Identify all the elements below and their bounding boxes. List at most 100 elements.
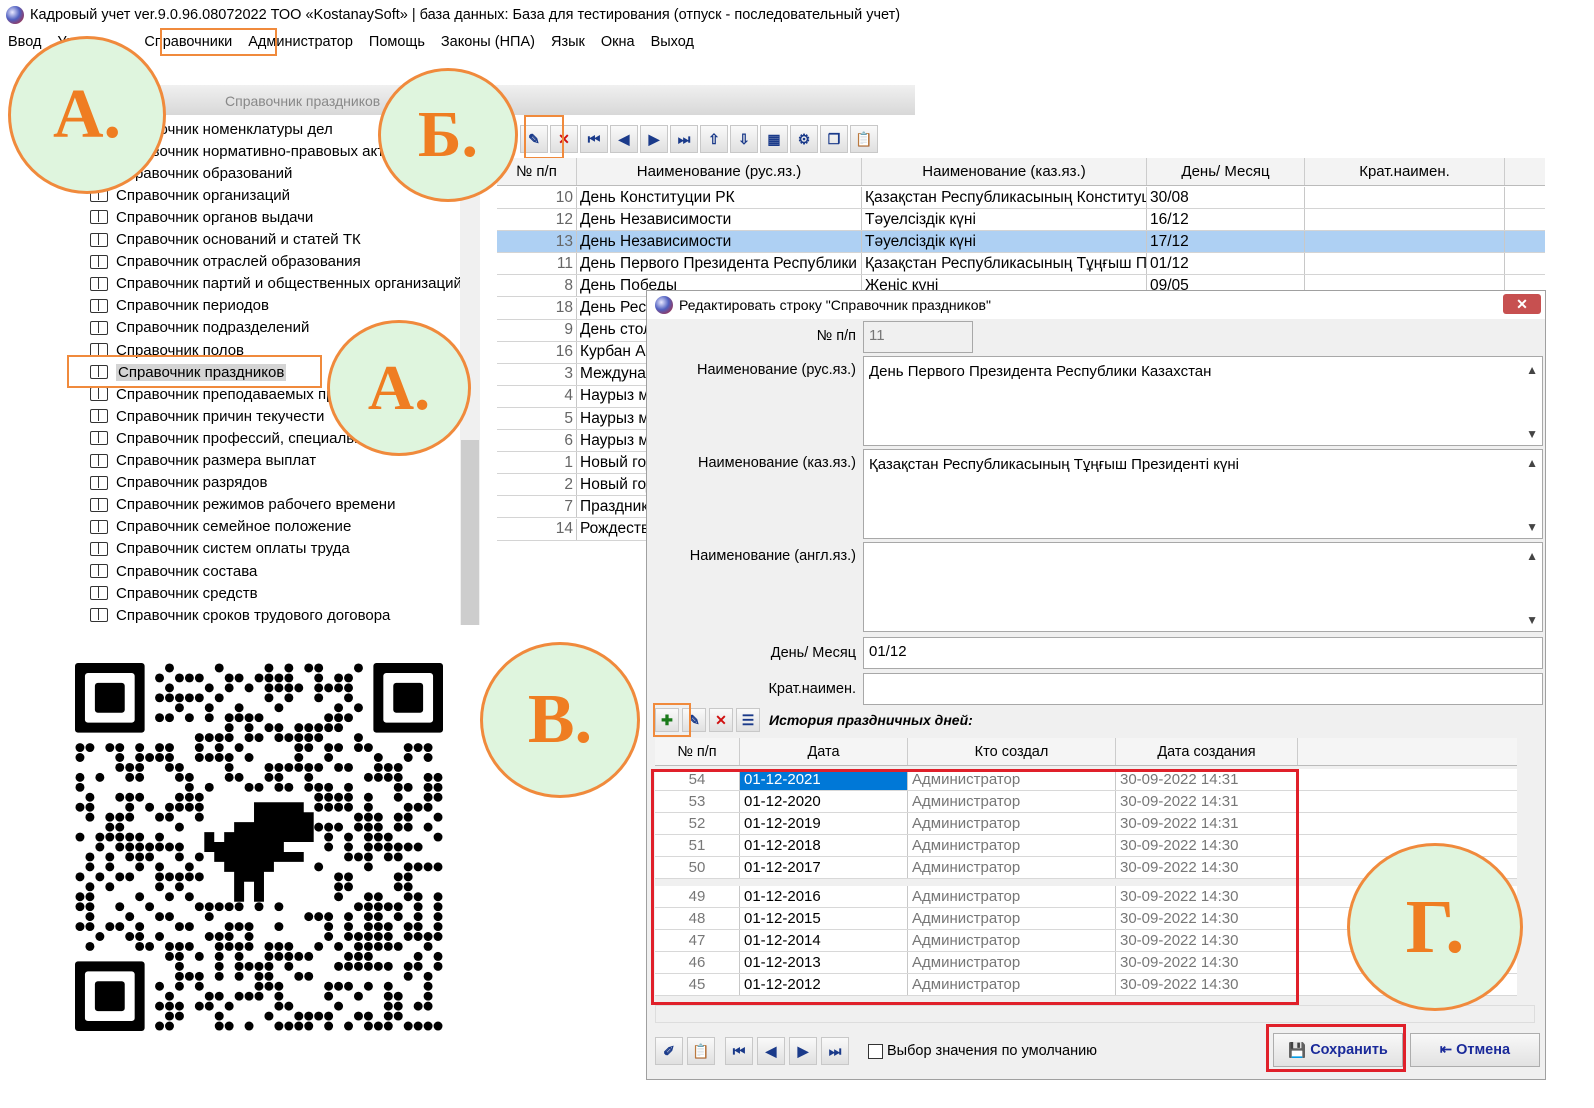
callout-b: Б. (378, 68, 518, 202)
tree-item[interactable]: Справочник отраслей образования (90, 251, 361, 273)
tree-item[interactable]: Справочник периодов (90, 295, 269, 317)
col-short[interactable]: Крат.наимен. (1305, 158, 1505, 185)
scroll-down-icon[interactable]: ▼ (1526, 520, 1538, 534)
scroll-up-icon[interactable]: ▲ (1526, 363, 1538, 377)
tree-item[interactable]: Справочник семейное положение (90, 516, 351, 538)
name-kz-field[interactable]: Қазақстан Республикасының Тұңғыш Президе… (863, 449, 1543, 539)
move-down-icon[interactable]: ⇩ (730, 125, 758, 153)
grid-row[interactable]: 10 День Конституции РК Қазақстан Республик… (497, 187, 1545, 209)
move-up-icon[interactable]: ⇧ (700, 125, 728, 153)
settings-grid-icon[interactable]: ⚙ (790, 125, 818, 153)
grid-cell: День Первого Президента Республики Казах… (577, 253, 862, 275)
save-button-highlight (1266, 1024, 1406, 1072)
grid-header: № п/п Наименование (рус.яз.) Наименовани… (497, 158, 1545, 186)
default-checkbox-row[interactable]: Выбор значения по умолчанию (868, 1043, 1097, 1059)
close-icon[interactable]: ✕ (1503, 294, 1541, 314)
window-title: Кадровый учет ver.9.0.96.08072022 ТОО «K… (30, 7, 901, 23)
first-record-icon[interactable]: ⏮ (580, 125, 608, 153)
default-checkbox[interactable] (868, 1043, 883, 1059)
tree-item[interactable]: Справочник причин текучести (90, 405, 324, 427)
tree-item[interactable]: Справочник органов выдачи (90, 206, 313, 228)
next-record-icon[interactable]: ▶ (640, 125, 668, 153)
menu-help[interactable]: Помощь (361, 34, 433, 50)
nav-toolbar: ✐ 📋 ⏮ ◀ ▶ ⏭ (655, 1037, 849, 1065)
tree-item[interactable]: Справочник разрядов (90, 472, 267, 494)
tree-item[interactable]: Справочник средств (90, 582, 258, 604)
menu-laws[interactable]: Законы (НПА) (433, 34, 543, 50)
col-name-ru[interactable]: Наименование (рус.яз.) (577, 158, 862, 185)
paste-icon[interactable]: 📋 (850, 125, 878, 153)
default-checkbox-label: Выбор значения по умолчанию (887, 1043, 1098, 1059)
num-field: 11 (863, 321, 973, 353)
book-icon (90, 475, 108, 490)
tree-item-label: Справочник оснований и статей ТК (116, 231, 361, 248)
tree-item[interactable]: Справочник партий и общественных организ… (90, 273, 462, 295)
book-icon (90, 564, 108, 578)
delete-icon[interactable]: ✕ (709, 708, 733, 732)
tree-item-label: Справочник средств (116, 584, 258, 602)
last-record-icon[interactable]: ⏭ (670, 125, 698, 153)
scroll-up-icon[interactable]: ▲ (1526, 456, 1538, 470)
prev-record-icon[interactable]: ◀ (757, 1037, 785, 1065)
grid-cell: 13 (497, 231, 577, 253)
grid-cell (1305, 231, 1505, 253)
grid-cell: 2 (497, 474, 577, 496)
clear-icon[interactable]: ✐ (655, 1037, 683, 1065)
history-hscrollbar[interactable] (655, 1005, 1535, 1023)
window-titlebar: Кадровый учет ver.9.0.96.08072022 ТОО «K… (0, 0, 920, 30)
day-month-field[interactable]: 01/12 (863, 637, 1543, 669)
list-icon[interactable]: ☰ (736, 708, 760, 732)
grid-row[interactable]: 11День Первого Президента Республики Каз… (497, 253, 1545, 276)
tree-item[interactable]: Справочник сроков трудового договора (90, 604, 390, 626)
prev-record-icon[interactable]: ◀ (610, 125, 638, 153)
menu-language[interactable]: Язык (543, 34, 593, 50)
next-record-icon[interactable]: ▶ (789, 1037, 817, 1065)
exit-door-icon: ⇤ (1439, 1042, 1453, 1058)
tree-item[interactable]: Справочник организаций (90, 184, 290, 206)
tree-item[interactable]: Справочник подразделений (90, 317, 309, 339)
short-name-field[interactable] (863, 673, 1543, 705)
hcol-creator[interactable]: Кто создал (908, 738, 1116, 765)
scroll-up-icon[interactable]: ▲ (1526, 549, 1538, 563)
tree-item[interactable]: Справочник режимов рабочего времени (90, 494, 395, 516)
grid-cell: 16/12 (1147, 209, 1305, 231)
cancel-button[interactable]: ⇤ Отмена (1410, 1033, 1540, 1067)
menu-input[interactable]: Ввод (0, 34, 49, 50)
book-icon (90, 254, 108, 269)
tree-item-label: Справочник режимов рабочего времени (116, 496, 396, 514)
name-en-field[interactable]: ▲ ▼ (863, 542, 1543, 632)
tree-item[interactable]: Справочник оснований и статей ТК (90, 229, 361, 251)
grid-row[interactable]: 12 День Независимости Тәуелсіздік күні 16/1… (497, 209, 1545, 232)
name-ru-field[interactable]: День Первого Президента Республики Казах… (863, 356, 1543, 446)
grid-cell: 6 (497, 430, 577, 452)
scroll-down-icon[interactable]: ▼ (1526, 613, 1538, 627)
scroll-down-icon[interactable]: ▼ (1526, 427, 1538, 441)
tree-item[interactable]: Справочник состава (90, 560, 257, 582)
book-icon (90, 387, 108, 402)
grid-row[interactable]: 13 День Независимости Тәуелсіздік күні 17/1… (497, 231, 1545, 254)
col-name-kz[interactable]: Наименование (каз.яз.) (862, 158, 1147, 185)
menu-windows[interactable]: Окна (593, 34, 643, 50)
label-short-name: Крат.наимен. (768, 681, 856, 697)
grid-cell: 9 (497, 319, 577, 341)
history-scrollbar[interactable] (1517, 738, 1537, 1003)
selected-tree-item-highlight (67, 355, 322, 388)
hcol-num[interactable]: № п/п (655, 738, 740, 765)
tree-scrollbar-thumb[interactable] (461, 440, 479, 625)
first-record-icon[interactable]: ⏮ (725, 1037, 753, 1065)
book-icon (90, 276, 108, 291)
hcol-date[interactable]: Дата (740, 738, 908, 765)
menu-exit[interactable]: Выход (643, 34, 702, 50)
tree-item[interactable]: Справочник размера выплат (90, 450, 316, 472)
copy-icon[interactable]: ❐ (820, 125, 848, 153)
label-num: № п/п (816, 328, 856, 344)
grid-cell: День Независимости (577, 209, 862, 231)
col-day-month[interactable]: День/ Месяц (1147, 158, 1305, 185)
paste-icon[interactable]: 📋 (687, 1037, 715, 1065)
export-excel-icon[interactable]: ▦ (760, 125, 788, 153)
grid-cell: Тәуелсіздік күні (862, 231, 1147, 253)
hcol-created[interactable]: Дата создания (1116, 738, 1298, 765)
grid-cell: 4 (497, 385, 577, 407)
last-record-icon[interactable]: ⏭ (821, 1037, 849, 1065)
tree-item[interactable]: Справочник систем оплаты труда (90, 538, 350, 560)
